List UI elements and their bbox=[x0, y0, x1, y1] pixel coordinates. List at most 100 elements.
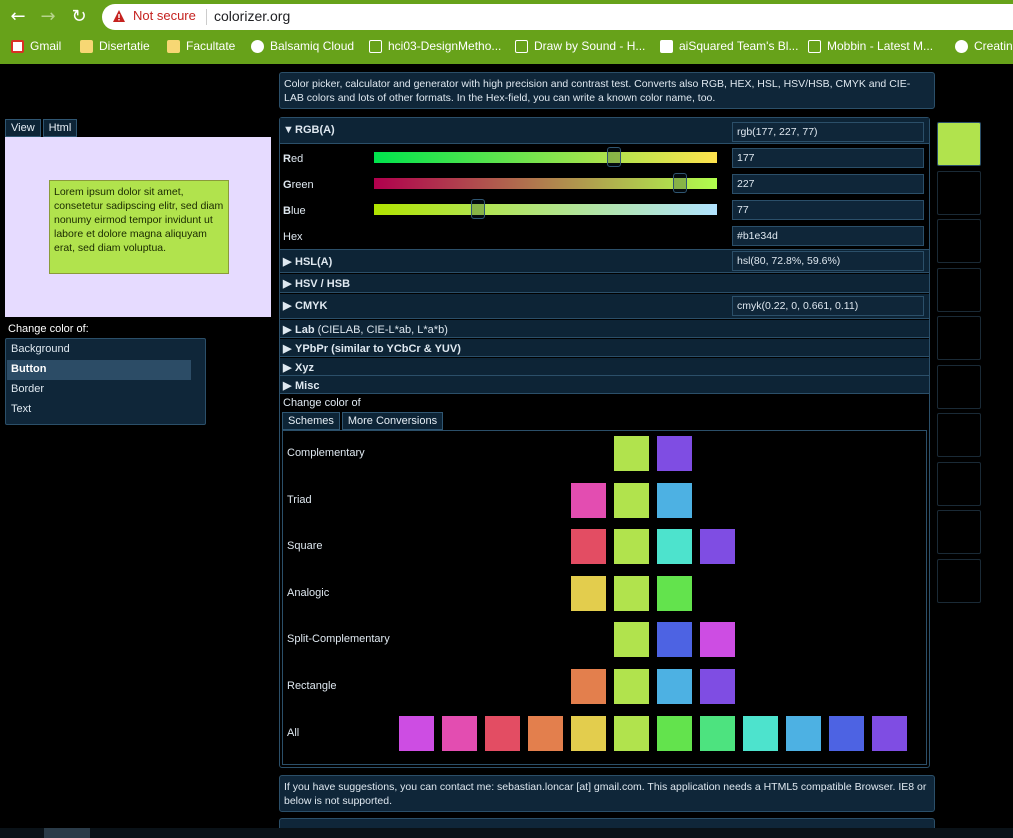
address-bar[interactable]: Not secure colorizer.org bbox=[102, 4, 1013, 30]
target-border[interactable]: Border bbox=[7, 380, 191, 400]
scheme-swatch[interactable] bbox=[786, 716, 821, 751]
scheme-label: Split-Complementary bbox=[287, 633, 390, 645]
smiley-icon bbox=[955, 39, 968, 53]
scheme-row: Rectangle bbox=[283, 669, 926, 705]
scheme-swatch[interactable] bbox=[399, 716, 434, 751]
green-slider[interactable] bbox=[374, 173, 717, 193]
scheme-swatch[interactable] bbox=[614, 529, 649, 564]
scheme-swatch[interactable] bbox=[571, 669, 606, 704]
reload-icon[interactable]: ↻ bbox=[67, 5, 91, 29]
preview-button[interactable]: Lorem ipsum dolor sit amet, consetetur s… bbox=[49, 180, 229, 274]
scheme-swatch[interactable] bbox=[485, 716, 520, 751]
scheme-swatch[interactable] bbox=[614, 436, 649, 471]
expand-icon: ▶ bbox=[283, 343, 292, 355]
scheme-swatch[interactable] bbox=[528, 716, 563, 751]
history-swatch[interactable] bbox=[937, 170, 981, 215]
scheme-swatch[interactable] bbox=[657, 669, 692, 704]
red-slider[interactable] bbox=[374, 147, 717, 167]
scheme-swatch[interactable] bbox=[614, 576, 649, 611]
bookmark-aisquared[interactable]: aiSquared Team's Bl... bbox=[660, 39, 798, 53]
history-swatch[interactable] bbox=[937, 413, 981, 457]
rgb-input[interactable]: rgb(177, 227, 77) bbox=[732, 122, 924, 142]
scheme-swatch[interactable] bbox=[700, 716, 735, 751]
scheme-swatch[interactable] bbox=[872, 716, 907, 751]
expand-icon: ▶ bbox=[283, 278, 292, 290]
back-icon[interactable]: ← bbox=[6, 5, 30, 29]
browser-toolbar: ← → ↻ Not secure colorizer.org Gmail Dis… bbox=[0, 0, 1013, 64]
scheme-swatch[interactable] bbox=[571, 529, 606, 564]
history-swatch[interactable] bbox=[937, 219, 981, 263]
history-swatch[interactable] bbox=[937, 461, 981, 506]
hsl-input[interactable]: hsl(80, 72.8%, 59.6%) bbox=[732, 251, 924, 271]
target-text[interactable]: Text bbox=[7, 400, 191, 420]
green-slider-thumb[interactable] bbox=[673, 173, 687, 193]
scheme-swatch[interactable] bbox=[571, 483, 606, 518]
scheme-swatch[interactable] bbox=[700, 529, 735, 564]
bookmark-disertatie[interactable]: Disertatie bbox=[80, 39, 150, 53]
scheme-label: Rectangle bbox=[287, 680, 337, 692]
scheme-swatch[interactable] bbox=[442, 716, 477, 751]
scheme-swatch[interactable] bbox=[657, 716, 692, 751]
scheme-swatch[interactable] bbox=[614, 716, 649, 751]
security-status[interactable]: Not secure bbox=[133, 8, 196, 23]
tab-schemes[interactable]: Schemes bbox=[282, 412, 340, 430]
scheme-swatch[interactable] bbox=[614, 669, 649, 704]
scheme-swatch[interactable] bbox=[657, 576, 692, 611]
scheme-swatch[interactable] bbox=[700, 669, 735, 704]
scheme-swatch[interactable] bbox=[571, 716, 606, 751]
scheme-swatch[interactable] bbox=[700, 622, 735, 657]
preview-tabs: View Html bbox=[5, 119, 78, 137]
cmyk-input[interactable]: cmyk(0.22, 0, 0.661, 0.11) bbox=[732, 296, 924, 316]
scheme-tabs: Schemes More Conversions bbox=[282, 412, 444, 430]
bookmark-draw-by-sound[interactable]: Draw by Sound - H... bbox=[515, 39, 645, 53]
history-swatch[interactable] bbox=[937, 267, 981, 312]
scheme-swatch[interactable] bbox=[657, 483, 692, 518]
url-text[interactable]: colorizer.org bbox=[214, 8, 290, 24]
history-swatch[interactable] bbox=[937, 316, 981, 360]
tab-html[interactable]: Html bbox=[42, 119, 78, 137]
scheme-swatch[interactable] bbox=[829, 716, 864, 751]
scheme-swatch[interactable] bbox=[657, 529, 692, 564]
history-swatch[interactable] bbox=[937, 364, 981, 409]
blue-label: Blue bbox=[283, 205, 306, 217]
history-swatch[interactable] bbox=[937, 558, 981, 603]
section-lab[interactable]: ▶ Lab (CIELAB, CIE-L*ab, L*a*b) bbox=[280, 320, 929, 338]
scheme-label: Complementary bbox=[287, 447, 365, 459]
scheme-swatch[interactable] bbox=[614, 483, 649, 518]
section-ypbpr[interactable]: ▶ YPbPr (similar to YCbCr & YUV) bbox=[280, 339, 929, 357]
target-button[interactable]: Button bbox=[7, 360, 191, 380]
forward-icon[interactable]: → bbox=[36, 5, 60, 29]
green-input[interactable]: 227 bbox=[732, 174, 924, 194]
blue-slider-thumb[interactable] bbox=[471, 199, 485, 219]
scheme-swatch[interactable] bbox=[657, 622, 692, 657]
bookmark-gmail[interactable]: Gmail bbox=[11, 39, 61, 53]
tab-more-conversions[interactable]: More Conversions bbox=[341, 412, 444, 430]
scheme-label: Triad bbox=[287, 494, 312, 506]
bookmark-hci03[interactable]: hci03-DesignMetho... bbox=[369, 39, 501, 53]
bookmark-creatin[interactable]: Creatin bbox=[955, 39, 1013, 53]
scheme-swatch[interactable] bbox=[614, 622, 649, 657]
folder-icon bbox=[167, 39, 180, 53]
bookmark-mobbin[interactable]: Mobbin - Latest M... bbox=[808, 39, 933, 53]
red-slider-thumb[interactable] bbox=[607, 147, 621, 167]
bookmarks-bar: Gmail Disertatie Facultate Balsamiq Clou… bbox=[0, 34, 1013, 60]
scheme-swatch[interactable] bbox=[743, 716, 778, 751]
section-misc[interactable]: ▶ Misc bbox=[280, 376, 929, 394]
scheme-swatch[interactable] bbox=[657, 436, 692, 471]
history-swatch[interactable] bbox=[937, 122, 981, 166]
target-background[interactable]: Background bbox=[7, 340, 191, 360]
bookmark-facultate[interactable]: Facultate bbox=[167, 39, 235, 53]
taskbar-item[interactable] bbox=[44, 828, 90, 838]
blue-slider[interactable] bbox=[374, 199, 717, 219]
red-input[interactable]: 177 bbox=[732, 148, 924, 168]
section-xyz[interactable]: ▶ Xyz bbox=[280, 358, 929, 376]
history-swatch[interactable] bbox=[937, 510, 981, 554]
green-label: Green bbox=[283, 179, 314, 191]
hex-input[interactable]: #b1e34d bbox=[732, 226, 924, 246]
section-hsv[interactable]: ▶ HSV / HSB bbox=[280, 274, 929, 293]
blue-input[interactable]: 77 bbox=[732, 200, 924, 220]
scheme-row: Analogic bbox=[283, 576, 926, 612]
tab-view[interactable]: View bbox=[5, 119, 41, 137]
scheme-swatch[interactable] bbox=[571, 576, 606, 611]
bookmark-balsamiq[interactable]: Balsamiq Cloud bbox=[251, 39, 354, 53]
